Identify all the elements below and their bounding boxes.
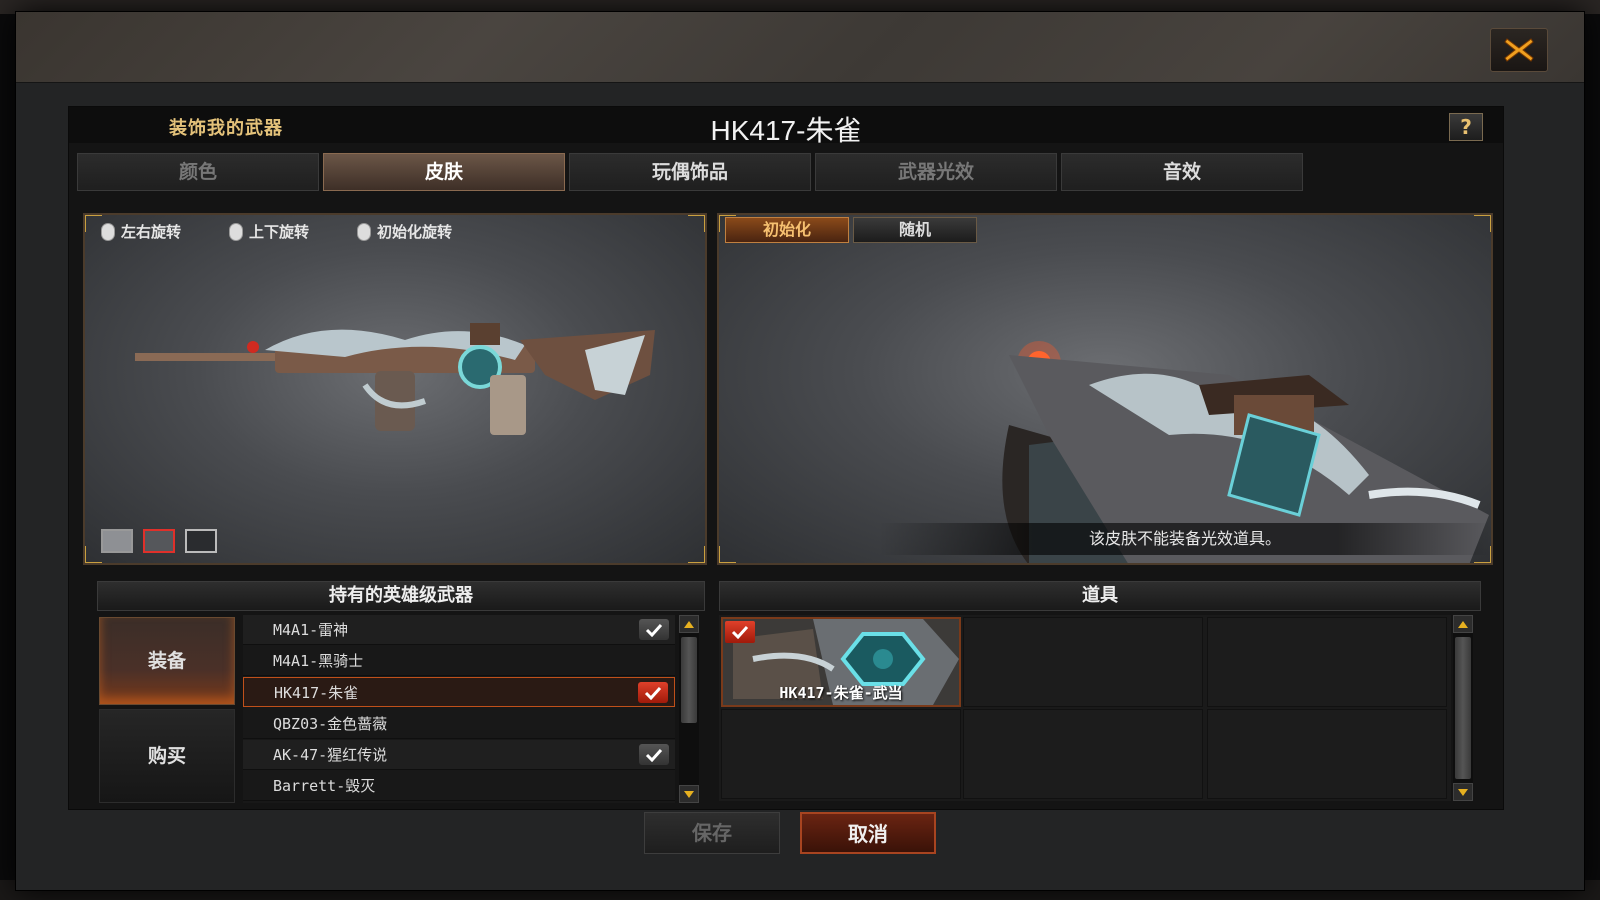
scroll-down-arrow-icon[interactable] — [679, 785, 699, 803]
buy-button[interactable]: 购买 — [99, 709, 235, 803]
weapon-preview-panel[interactable]: 左右旋转 上下旋转 初始化旋转 — [83, 213, 707, 565]
tab-color[interactable]: 颜色 — [77, 153, 319, 191]
first-person-preview-panel[interactable]: 初始化 随机 该皮肤不能装备光效道具。 — [717, 213, 1493, 565]
hint-label: 上下旋转 — [249, 223, 310, 241]
frame-corner — [719, 546, 736, 563]
weapon-row[interactable]: AK-47-猩红传说 — [243, 740, 675, 770]
dialog-body: 装饰我的武器 HK417-朱雀 ? 颜色 皮肤 玩偶饰品 武器光效 音效 左右旋… — [68, 106, 1504, 810]
save-button[interactable]: 保存 — [644, 812, 780, 854]
help-button[interactable]: ? — [1449, 113, 1483, 141]
empty-item-slot[interactable] — [963, 709, 1203, 799]
background-swatches — [101, 529, 217, 553]
swatch-light[interactable] — [101, 529, 133, 553]
mouse-wheel-icon — [357, 222, 371, 241]
cancel-button[interactable]: 取消 — [800, 812, 936, 854]
hint-label: 左右旋转 — [121, 223, 182, 241]
scroll-up-arrow-icon[interactable] — [1453, 615, 1473, 633]
hint-label: 初始化旋转 — [377, 223, 453, 241]
weapon-name: Barrett-毁灭 — [273, 777, 376, 795]
frame-corner — [1474, 215, 1491, 232]
weapon-row-selected[interactable]: HK417-朱雀 — [243, 677, 675, 707]
checkmark-icon[interactable] — [638, 682, 668, 703]
owned-weapons-list: M4A1-雷神 M4A1-黑骑士 HK417-朱雀 QBZ03-金色蔷薇 AK-… — [243, 615, 675, 803]
weapon-row[interactable]: QBZ03-金色蔷薇 — [243, 709, 675, 739]
checkmark-icon[interactable] — [639, 619, 669, 640]
scroll-up-arrow-icon[interactable] — [679, 615, 699, 633]
close-icon — [1504, 38, 1534, 62]
tab-sound[interactable]: 音效 — [1061, 153, 1303, 191]
weapon-row[interactable]: M4A1-雷神 — [243, 615, 675, 645]
weapon-row[interactable]: M4A1-黑骑士 — [243, 646, 675, 676]
weapon-row[interactable]: Barrett-毁灭 — [243, 771, 675, 801]
scroll-down-arrow-icon[interactable] — [1453, 783, 1473, 801]
weapon-name: M4A1-黑骑士 — [273, 652, 364, 670]
random-button[interactable]: 随机 — [853, 217, 977, 243]
frame-corner — [85, 215, 102, 232]
weapon-name: M4A1-雷神 — [273, 621, 349, 639]
hint-rotate-horizontal: 左右旋转 — [101, 221, 181, 242]
header-row: 装饰我的武器 HK417-朱雀 ? — [69, 107, 1503, 146]
skin-notice: 该皮肤不能装备光效道具。 — [879, 523, 1491, 555]
swatch-dark[interactable] — [185, 529, 217, 553]
frame-corner — [85, 546, 102, 563]
hint-reset-rotation: 初始化旋转 — [357, 221, 452, 242]
frame-corner — [688, 215, 705, 232]
empty-item-slot[interactable] — [1207, 617, 1447, 707]
reset-view-button[interactable]: 初始化 — [725, 217, 849, 243]
mouse-right-icon — [229, 222, 243, 241]
dialog-titlebar — [16, 12, 1584, 83]
weapon-name: QBZ03-金色蔷薇 — [273, 715, 388, 733]
weapon-name: AK-47-猩红传说 — [273, 746, 388, 764]
tab-weapon-effects[interactable]: 武器光效 — [815, 153, 1057, 191]
items-scrollbar[interactable] — [1453, 615, 1473, 801]
item-name: HK417-朱雀-武当 — [779, 684, 903, 702]
owned-weapons-title: 持有的英雄级武器 — [97, 581, 705, 611]
scroll-thumb[interactable] — [681, 637, 697, 723]
empty-item-slot[interactable] — [721, 709, 961, 799]
close-button[interactable] — [1490, 28, 1548, 72]
items-grid: HK417-朱雀-武当 — [719, 615, 1451, 801]
scroll-thumb[interactable] — [1455, 637, 1471, 779]
frame-corner — [688, 546, 705, 563]
weapon-name: HK417-朱雀 — [274, 684, 359, 702]
mouse-left-icon — [101, 222, 115, 241]
item-equipped-check-icon — [725, 621, 755, 643]
empty-item-slot[interactable] — [963, 617, 1203, 707]
weapons-scrollbar[interactable] — [679, 615, 699, 803]
rifle-model-image — [135, 323, 655, 435]
hint-rotate-vertical: 上下旋转 — [229, 221, 309, 242]
items-title: 道具 — [719, 581, 1481, 611]
tab-skin[interactable]: 皮肤 — [323, 153, 565, 191]
equip-button[interactable]: 装备 — [99, 617, 235, 705]
weapon-decoration-dialog: 装饰我的武器 HK417-朱雀 ? 颜色 皮肤 玩偶饰品 武器光效 音效 左右旋… — [16, 12, 1584, 890]
swatch-medium[interactable] — [143, 529, 175, 553]
weapon-title: HK417-朱雀 — [710, 115, 862, 146]
empty-item-slot[interactable] — [1207, 709, 1447, 799]
checkmark-icon[interactable] — [639, 744, 669, 765]
item-slot[interactable]: HK417-朱雀-武当 — [721, 617, 961, 707]
tab-doll-accessories[interactable]: 玩偶饰品 — [569, 153, 811, 191]
